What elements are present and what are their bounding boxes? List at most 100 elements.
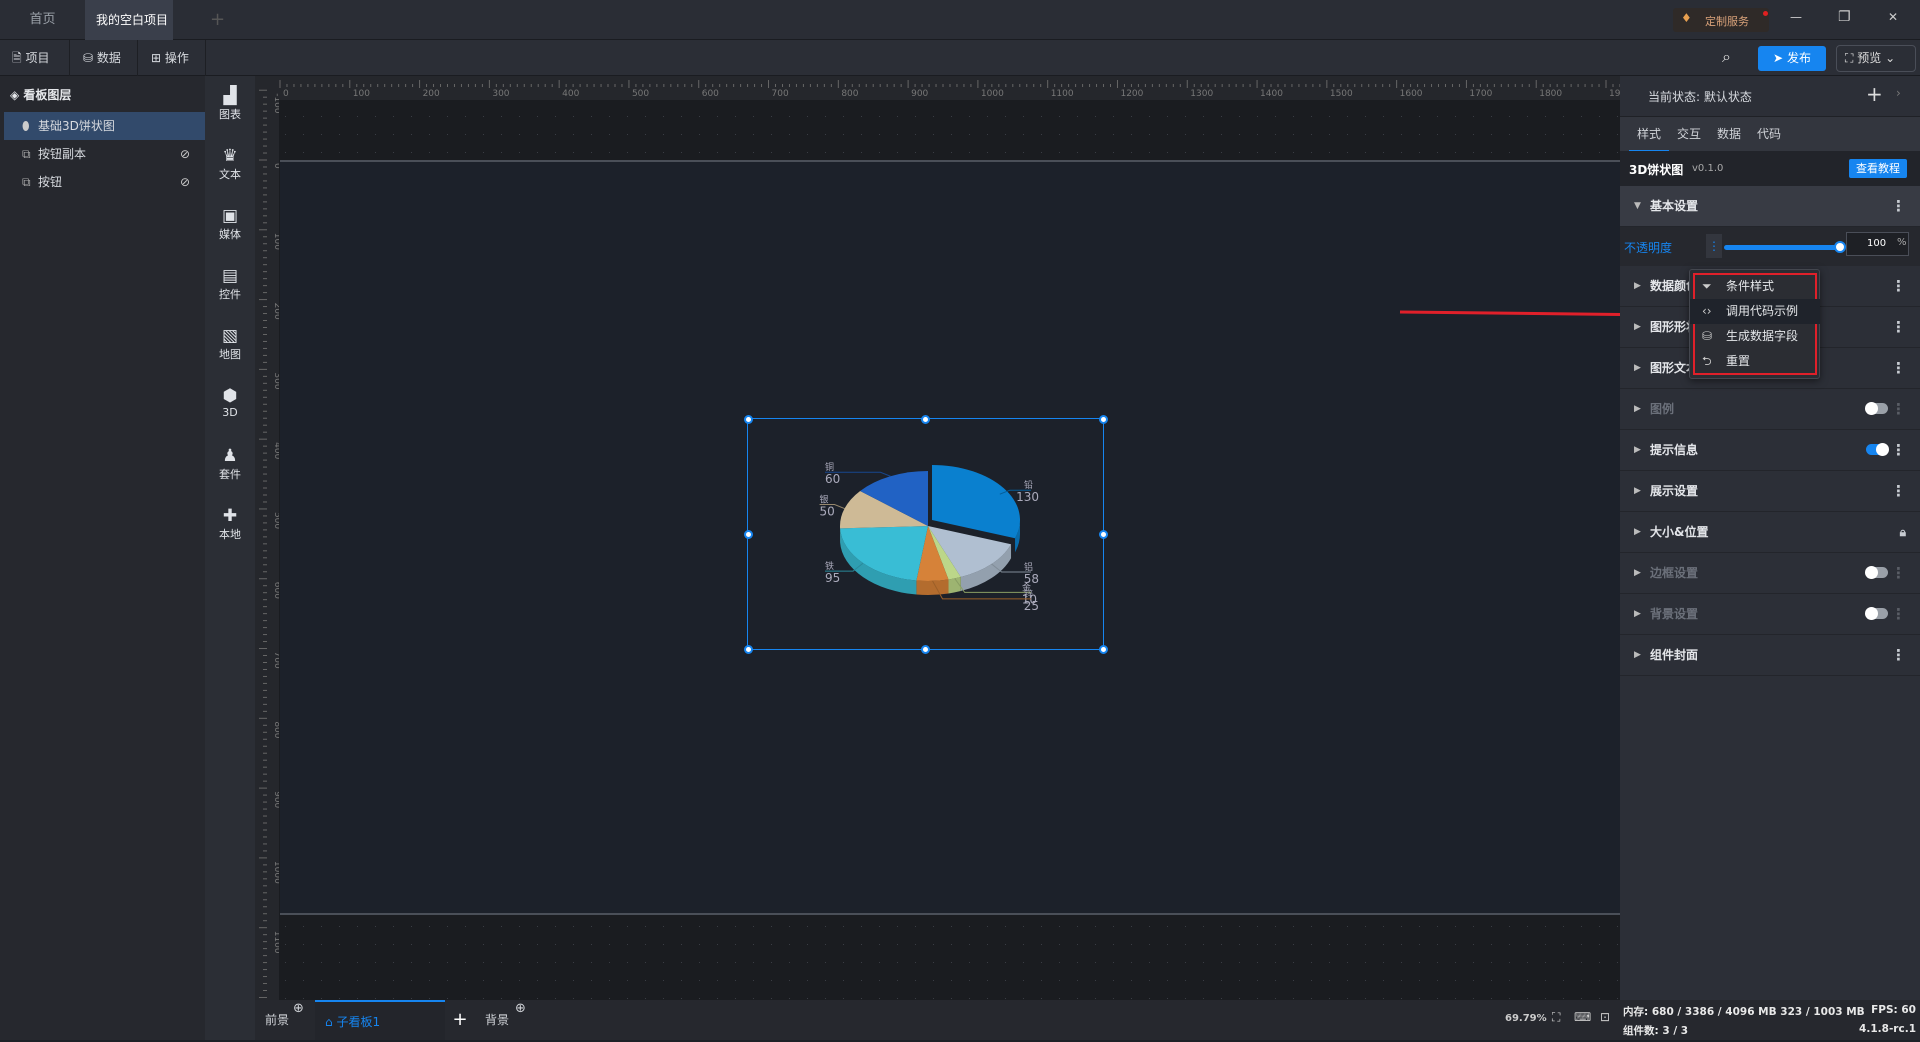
file-icon: 🗎 — [12, 51, 22, 65]
minimize-button[interactable]: — — [1790, 10, 1802, 24]
menu-label: 数据 — [97, 51, 121, 65]
eye-hidden-icon[interactable]: ⊘ — [180, 140, 190, 168]
iconbar-item[interactable]: ♟套件 — [205, 446, 255, 482]
opacity-input[interactable]: 100% — [1846, 232, 1909, 256]
context-menu-item[interactable]: ⛁生成数据字段 — [1690, 324, 1820, 349]
layer-item[interactable]: ⧉按钮副本⊘ — [4, 140, 205, 168]
tab-project[interactable]: 我的空白项目 — [85, 0, 173, 40]
more-icon[interactable]: ⋮ — [1891, 186, 1906, 227]
iconbar-label: 媒体 — [219, 228, 241, 241]
pie-slice[interactable] — [840, 526, 928, 581]
custom-service-button[interactable]: ♦ 定制服务 — [1673, 8, 1769, 32]
add-circle-icon[interactable]: ⊕ — [515, 989, 526, 1029]
section-item[interactable]: ▶组件封面⋮ — [1620, 635, 1920, 676]
context-menu-item[interactable]: ‹›调用代码示例 — [1690, 299, 1820, 324]
section-label: 边框设置 — [1650, 566, 1698, 580]
close-button[interactable]: ✕ — [1888, 10, 1898, 24]
ruler-label: 200 — [272, 303, 279, 320]
slider-thumb[interactable] — [1834, 241, 1846, 253]
fit-screen-icon[interactable]: ⛶ — [1552, 1010, 1560, 1025]
iconbar-item[interactable]: ⬢3D — [205, 386, 255, 419]
iconbar-item[interactable]: ▧地图 — [205, 326, 255, 362]
background-label: 背景 — [485, 1013, 509, 1027]
more-icon[interactable]: ⋮ — [1891, 307, 1906, 348]
menu-operate[interactable]: ⊞ 操作 ⌄ — [139, 40, 206, 76]
more-icon[interactable]: ⋮ — [1891, 594, 1906, 635]
more-icon[interactable]: ⋮ — [1891, 389, 1906, 430]
view-tutorial-button[interactable]: 查看教程 — [1849, 159, 1907, 178]
pie-chart-3d[interactable]: 铅130铝58金10锌25铁95银50铜60 — [747, 418, 1104, 650]
component-version: v0.1.0 — [1692, 163, 1723, 174]
layer-item[interactable]: ⧉按钮⊘ — [4, 168, 205, 196]
context-menu-item[interactable]: ⮌重置 — [1690, 349, 1820, 374]
iconbar-item[interactable]: ▟图表 — [205, 86, 255, 122]
foreground-tab[interactable]: 前景⊕ — [255, 1000, 315, 1040]
add-circle-icon[interactable]: ⊕ — [293, 989, 304, 1029]
more-icon[interactable]: ⋮ — [1891, 471, 1906, 512]
category-icon: ▤ — [205, 266, 255, 286]
button-layer-icon: ⧉ — [22, 140, 31, 168]
section-toggle[interactable] — [1866, 567, 1888, 578]
opacity-slider[interactable] — [1724, 245, 1840, 250]
publish-button[interactable]: ➤ 发布 — [1758, 46, 1826, 71]
more-icon[interactable]: ⋮ — [1891, 266, 1906, 307]
search-icon[interactable]: ⌕ — [1722, 47, 1731, 67]
section-item[interactable]: ▶边框设置⋮ — [1620, 553, 1920, 594]
tab-style[interactable]: 样式 — [1629, 117, 1669, 152]
iconbar-item[interactable]: ▤控件 — [205, 266, 255, 302]
more-icon[interactable]: ⋮ — [1891, 430, 1906, 471]
ruler-label: 1400 — [1260, 89, 1283, 99]
caret-right-icon: ▶ — [1634, 389, 1641, 430]
section-item[interactable]: ▶提示信息⋮ — [1620, 430, 1920, 471]
section-label: 图例 — [1650, 402, 1674, 416]
section-item[interactable]: ▶背景设置⋮ — [1620, 594, 1920, 635]
keyboard-icon[interactable]: ⌨ — [1574, 1010, 1591, 1024]
zoom-level[interactable]: 69.79% — [1505, 1013, 1547, 1024]
section-toggle[interactable] — [1866, 608, 1888, 619]
horizontal-ruler[interactable]: -100010020030040050060070080090010001100… — [255, 76, 1620, 100]
tab-interaction[interactable]: 交互 — [1669, 117, 1709, 152]
section-basic[interactable]: ▼基本设置⋮ — [1620, 186, 1920, 227]
opacity-value: 100 — [1867, 238, 1886, 249]
section-item[interactable]: ▶ 图例 ⋮ — [1620, 389, 1920, 430]
sub-board-tab[interactable]: ⌂ 子看板1 — [315, 1000, 445, 1040]
tab-code[interactable]: 代码 — [1749, 117, 1789, 152]
maximize-button[interactable]: ❐ — [1838, 9, 1851, 25]
iconbar-label: 地图 — [219, 348, 241, 361]
section-label: 大小&位置 — [1650, 525, 1708, 539]
add-tab-button[interactable]: + — [210, 9, 225, 30]
status-bar: 内存: 680 / 3386 / 4096 MB 323 / 1003 MB F… — [1620, 1000, 1920, 1040]
add-board-button[interactable]: + — [445, 1000, 475, 1040]
chevron-right-icon[interactable]: › — [1896, 86, 1901, 100]
iconbar-item[interactable]: ♛文本 — [205, 146, 255, 182]
terminal-icon[interactable]: ⊡ — [1600, 1010, 1610, 1024]
menu-data[interactable]: ⛁ 数据 ⌄ — [71, 40, 138, 76]
state-value[interactable]: 默认状态 — [1704, 90, 1752, 104]
section-item[interactable]: ▶展示设置⋮ — [1620, 471, 1920, 512]
opacity-more-button[interactable]: ⋮ — [1706, 234, 1722, 258]
iconbar-item[interactable]: ✚本地 — [205, 506, 255, 542]
more-icon[interactable]: ⋮ — [1891, 635, 1906, 676]
canvas-area[interactable]: -100010020030040050060070080090010001100… — [255, 76, 1620, 1000]
tab-data[interactable]: 数据 — [1709, 117, 1749, 152]
background-tab[interactable]: 背景⊕ — [475, 1000, 535, 1040]
ruler-label: 700 — [772, 89, 789, 99]
context-menu-item[interactable]: ⏷条件样式 — [1690, 274, 1820, 299]
section-toggle[interactable] — [1866, 403, 1888, 414]
more-icon[interactable]: ⋮ — [1891, 348, 1906, 389]
preview-button[interactable]: ⛶ 预览 ⌄ — [1836, 45, 1916, 72]
lock-icon[interactable]: 🔒︎ — [1900, 512, 1906, 553]
add-state-button[interactable]: + — [1866, 82, 1883, 106]
layer-item[interactable]: ⬮基础3D饼状图 — [4, 112, 205, 140]
pie-slice-side — [948, 577, 960, 593]
menu-project[interactable]: 🗎 项目 ⌄ — [0, 40, 70, 76]
section-item[interactable]: ▶大小&位置🔒︎ — [1620, 512, 1920, 553]
pie-slice[interactable] — [932, 465, 1020, 538]
vertical-ruler[interactable]: -100010020030040050060070080090010001100… — [255, 76, 279, 1000]
eye-hidden-icon[interactable]: ⊘ — [180, 168, 190, 196]
ruler-label: 900 — [911, 89, 928, 99]
tab-home[interactable]: 首页 — [0, 0, 85, 40]
section-toggle[interactable] — [1866, 444, 1888, 455]
iconbar-item[interactable]: ▣媒体 — [205, 206, 255, 242]
more-icon[interactable]: ⋮ — [1891, 553, 1906, 594]
